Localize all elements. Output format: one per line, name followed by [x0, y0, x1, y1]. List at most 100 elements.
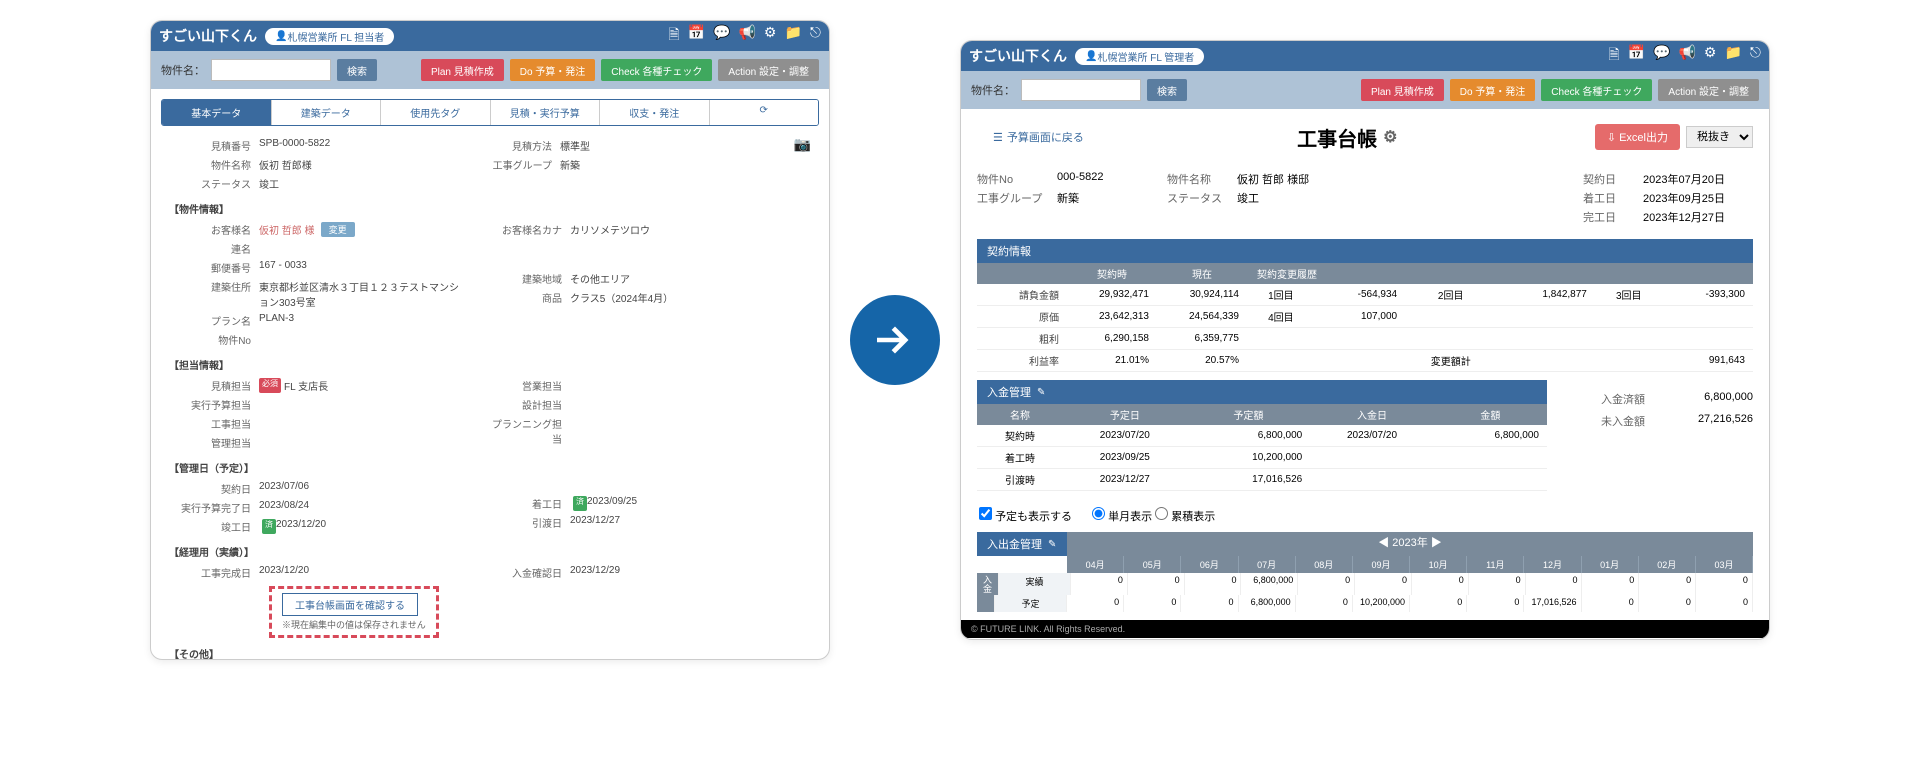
action-button[interactable]: Action 設定・調整	[1658, 79, 1759, 101]
logo: すごい山下くん	[159, 26, 257, 46]
build-area: その他エリア	[570, 271, 630, 286]
excel-button[interactable]: ⇩ Excel出力	[1595, 124, 1680, 150]
do-button[interactable]: Do 予算・発注	[510, 59, 596, 81]
right-panel: すごい山下くん 👤 札幌営業所 FL 管理者 🗎 📅 💬 📢 ⚙ 📁 ⎋ 物件名…	[960, 40, 1770, 640]
calendar-icon[interactable]: 📅	[688, 24, 705, 48]
check-button[interactable]: Check 各種チェック	[601, 59, 712, 81]
tab-sync[interactable]: ⟳	[710, 100, 819, 125]
folder-icon[interactable]: 📁	[784, 24, 801, 48]
search-button[interactable]: 検索	[337, 59, 377, 81]
tab-building[interactable]: 建築データ	[272, 100, 382, 125]
ledger-highlight-box: 工事台帳画面を確認する ※現在編集中の値は保存されません	[269, 586, 439, 638]
display-options: 予定も表示する 単月表示 累積表示	[961, 499, 1769, 532]
show-plan-checkbox[interactable]: 予定も表示する	[979, 507, 1072, 524]
product: クラス5（2024年4月）	[570, 290, 673, 305]
info-contract-date: 2023年07月20日	[1643, 171, 1753, 187]
status: 竣工	[259, 176, 279, 191]
plan-button[interactable]: Plan 見積作成	[1361, 79, 1444, 101]
contract-table: 契約時現在契約変更履歴 請負金額29,932,47130,924,1141回目-…	[977, 263, 1753, 372]
file-icon[interactable]: 🗎	[668, 24, 679, 48]
year-nav[interactable]: ◀ 2023年 ▶	[1067, 532, 1753, 556]
search-bar: 物件名： 検索 Plan 見積作成 Do 予算・発注 Check 各種チェック …	[151, 51, 829, 89]
deposit-summary: 入金済額6,800,000 未入金額27,216,526	[1601, 388, 1753, 432]
change-button[interactable]: 変更	[321, 222, 355, 237]
section-actual: 【経理用（実績）】	[169, 544, 811, 559]
tab-tag[interactable]: 使用先タグ	[381, 100, 491, 125]
info-grid: 物件No000-5822 物件名称仮初 哲郎 様邸 契約日2023年07月20日…	[961, 165, 1769, 231]
file-icon[interactable]: 🗎	[1608, 44, 1619, 68]
zip: 167 - 0033	[259, 260, 307, 275]
left-panel: すごい山下くん 👤 札幌営業所 FL 担当者 🗎 📅 💬 📢 ⚙ 📁 ⎋ 物件名…	[150, 20, 830, 660]
edit-icon[interactable]: ✎	[1048, 539, 1056, 550]
ledger-button[interactable]: 工事台帳画面を確認する	[282, 593, 418, 616]
search-button[interactable]: 検索	[1147, 79, 1187, 101]
header-icons: 🗎 📅 💬 📢 ⚙ 📁 ⎋	[1608, 44, 1761, 68]
logout-icon[interactable]: ⎋	[810, 24, 821, 48]
page-title: 工事台帳⚙	[1297, 123, 1397, 152]
info-complete: 2023年12月27日	[1643, 209, 1753, 225]
chat-icon[interactable]: 💬	[713, 24, 730, 48]
deposit-section-title: 入金管理	[987, 384, 1031, 400]
cashflow-section-title: 入出金管理	[987, 536, 1042, 552]
left-content: 見積番号SPB-0000-5822 物件名称仮初 哲郎様 ステータス竣工 見積方…	[151, 136, 829, 660]
office-pill[interactable]: 👤 札幌営業所 FL 担当者	[265, 28, 394, 45]
tab-estimate[interactable]: 見積・実行予算	[491, 100, 601, 125]
folder-icon[interactable]: 📁	[1724, 44, 1741, 68]
deposited-amount: 6,800,000	[1673, 391, 1753, 407]
tab-basic[interactable]: 基本データ	[162, 100, 272, 125]
info-property-name: 仮初 哲郎 様邸	[1237, 171, 1397, 187]
logo: すごい山下くん	[969, 46, 1067, 66]
gear-icon[interactable]: ⚙	[764, 24, 777, 48]
start-date: 2023/09/25	[587, 496, 637, 511]
header-bar: すごい山下くん 👤 札幌営業所 FL 担当者 🗎 📅 💬 📢 ⚙ 📁 ⎋	[151, 21, 829, 51]
radio-monthly[interactable]: 単月表示	[1092, 511, 1152, 523]
deposit-table-wrap: 入金管理 ✎ 名称 予定日 予定額 入金日 金額 契約時2023/07/206,8…	[977, 380, 1547, 491]
plan-name: PLAN-3	[259, 313, 294, 328]
back-link[interactable]: ☰ 予算画面に戻る	[977, 117, 1100, 157]
calendar-icon[interactable]: 📅	[1628, 44, 1645, 68]
chat-icon[interactable]: 💬	[1653, 44, 1670, 68]
camera-icon[interactable]: 📷	[791, 136, 811, 193]
megaphone-icon[interactable]: 📢	[1678, 44, 1695, 68]
property-name: 仮初 哲郎様	[259, 157, 312, 172]
gear-icon[interactable]: ⚙	[1383, 127, 1397, 147]
logout-icon[interactable]: ⎋	[1750, 44, 1761, 68]
tab-profit[interactable]: 収支・発注	[600, 100, 710, 125]
ledger-note: ※現在編集中の値は保存されません	[282, 618, 426, 631]
section-plan-dates: 【管理日（予定）】	[169, 460, 811, 475]
undeposited-amount: 27,216,526	[1673, 413, 1753, 429]
completion-date: 2023/12/20	[276, 519, 326, 534]
customer-name: 仮初 哲郎 様	[259, 222, 315, 237]
search-bar-right: 物件名： 検索 Plan 見積作成 Do 予算・発注 Check 各種チェック …	[961, 71, 1769, 109]
estimate-staff: FL 支店長	[284, 378, 328, 393]
estimate-method: 標準型	[560, 138, 590, 153]
handover-date: 2023/12/27	[570, 515, 620, 530]
info-property-no: 000-5822	[1057, 171, 1167, 187]
tab-strip: 基本データ 建築データ 使用先タグ 見積・実行予算 収支・発注 ⟳	[161, 99, 819, 126]
customer-kana: カリソメテツロウ	[570, 222, 650, 237]
check-button[interactable]: Check 各種チェック	[1541, 79, 1652, 101]
action-button[interactable]: Action 設定・調整	[718, 59, 819, 81]
contract-date: 2023/07/06	[259, 481, 309, 496]
office-pill[interactable]: 👤 札幌営業所 FL 管理者	[1075, 48, 1204, 65]
deposit-table: 名称 予定日 予定額 入金日 金額 契約時2023/07/206,800,000…	[977, 404, 1547, 491]
header-icons: 🗎 📅 💬 📢 ⚙ 📁 ⎋	[668, 24, 821, 48]
arrow-icon	[850, 295, 940, 385]
estimate-no: SPB-0000-5822	[259, 138, 330, 153]
search-input[interactable]	[211, 59, 331, 81]
edit-icon[interactable]: ✎	[1037, 387, 1045, 398]
info-start: 2023年09月25日	[1643, 190, 1753, 206]
radio-cumulative[interactable]: 累積表示	[1155, 511, 1215, 523]
do-button[interactable]: Do 予算・発注	[1450, 79, 1536, 101]
section-property: 【物件情報】	[169, 201, 811, 216]
plan-button[interactable]: Plan 見積作成	[421, 59, 504, 81]
megaphone-icon[interactable]: 📢	[738, 24, 755, 48]
contract-table-wrap: 契約情報 契約時現在契約変更履歴 請負金額29,932,47130,924,11…	[977, 239, 1753, 372]
actual-complete: 2023/12/20	[259, 565, 309, 580]
search-input[interactable]	[1021, 79, 1141, 101]
address: 東京都杉並区清水３丁目１２３テストマンション303号室	[259, 279, 459, 309]
tax-select[interactable]: 税抜き	[1686, 126, 1753, 148]
info-status: 竣工	[1237, 190, 1397, 206]
cashflow-table-wrap: 入出金管理✎ ◀ 2023年 ▶ 04月05月06月07月08月09月10月11…	[977, 532, 1753, 612]
gear-icon[interactable]: ⚙	[1704, 44, 1717, 68]
